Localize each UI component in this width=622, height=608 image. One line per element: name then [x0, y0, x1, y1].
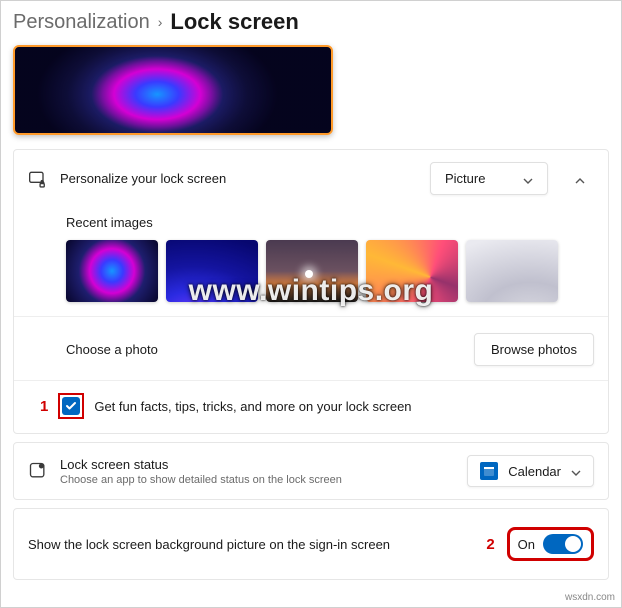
recent-images-list — [66, 240, 594, 302]
recent-images-section: Recent images — [14, 215, 608, 316]
annotation-box-1 — [58, 393, 84, 419]
annotation-number-2: 2 — [486, 536, 494, 553]
fun-facts-checkbox[interactable] — [62, 397, 80, 415]
collapse-button[interactable] — [566, 165, 594, 193]
lock-screen-preview — [13, 45, 333, 135]
annotation-box-2: On — [507, 527, 594, 561]
status-row[interactable]: Lock screen status Choose an app to show… — [14, 443, 608, 499]
signin-label: Show the lock screen background picture … — [28, 537, 474, 552]
browse-photos-button[interactable]: Browse photos — [474, 333, 594, 366]
recent-images-label: Recent images — [66, 215, 594, 230]
chevron-down-icon — [523, 174, 533, 184]
lock-screen-status-card: Lock screen status Choose an app to show… — [13, 442, 609, 500]
fun-facts-label: Get fun facts, tips, tricks, and more on… — [94, 399, 411, 414]
breadcrumb: Personalization › Lock screen — [1, 1, 621, 39]
choose-photo-row: Choose a photo Browse photos — [14, 316, 608, 380]
annotation-number-1: 1 — [40, 398, 48, 415]
page-title: Lock screen — [170, 9, 298, 35]
breadcrumb-parent[interactable]: Personalization — [13, 11, 150, 34]
calendar-icon — [480, 462, 498, 480]
status-dropdown-value: Calendar — [508, 464, 561, 479]
recent-image-thumb[interactable] — [366, 240, 458, 302]
source-mark: wsxdn.com — [565, 592, 615, 603]
chevron-right-icon: › — [158, 14, 163, 30]
recent-image-thumb[interactable] — [466, 240, 558, 302]
status-text: Lock screen status Choose an app to show… — [60, 457, 455, 486]
background-type-dropdown[interactable]: Picture — [430, 162, 548, 195]
picture-lock-icon — [28, 169, 48, 189]
toggle-label: On — [518, 537, 535, 552]
personalize-label: Personalize your lock screen — [60, 171, 418, 186]
chevron-up-icon — [575, 174, 585, 184]
status-desc: Choose an app to show detailed status on… — [60, 474, 455, 486]
status-app-icon — [28, 461, 48, 481]
chevron-down-icon — [571, 466, 581, 476]
choose-photo-label: Choose a photo — [66, 342, 158, 357]
signin-background-toggle[interactable] — [543, 534, 583, 554]
recent-image-thumb[interactable] — [66, 240, 158, 302]
personalize-header-row[interactable]: Personalize your lock screen Picture — [14, 150, 608, 207]
recent-image-thumb[interactable] — [266, 240, 358, 302]
recent-image-thumb[interactable] — [166, 240, 258, 302]
personalize-card: Personalize your lock screen Picture Rec… — [13, 149, 609, 434]
dropdown-value: Picture — [445, 171, 485, 186]
signin-background-card: Show the lock screen background picture … — [13, 508, 609, 580]
signin-row: Show the lock screen background picture … — [14, 509, 608, 579]
status-app-dropdown[interactable]: Calendar — [467, 455, 594, 487]
status-title: Lock screen status — [60, 457, 455, 472]
fun-facts-row: 1 Get fun facts, tips, tricks, and more … — [14, 380, 608, 433]
